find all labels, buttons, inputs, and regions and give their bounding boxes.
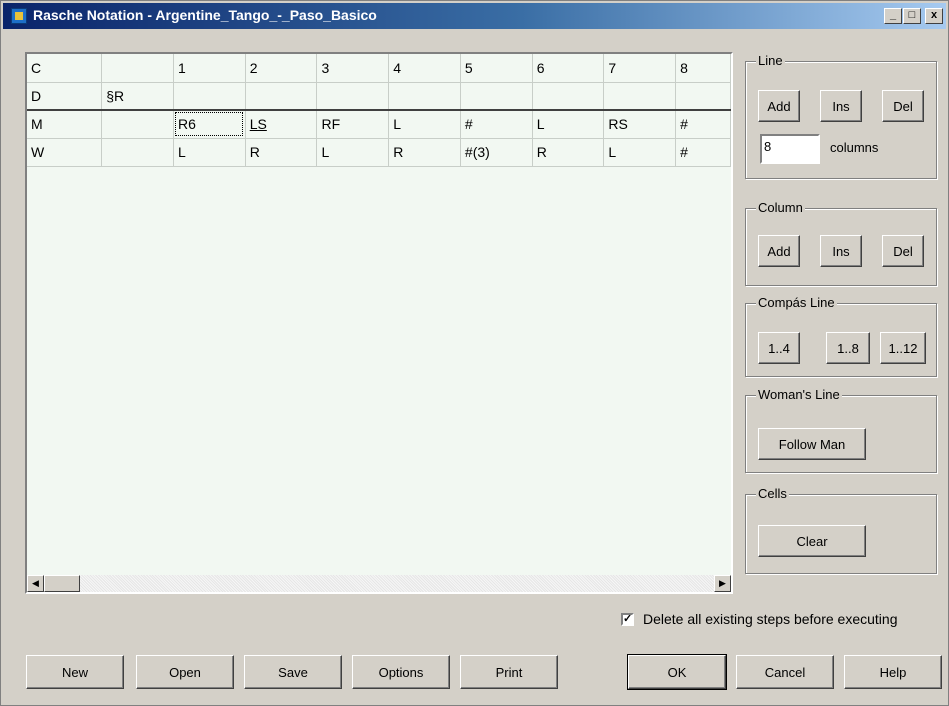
grid-cell[interactable]: #(3) <box>460 138 533 167</box>
compas-line-group: Compás Line 1..4 1..8 1..12 <box>745 295 937 377</box>
grid-cell[interactable]: L <box>603 138 677 167</box>
compas-1-8-button[interactable]: 1..8 <box>826 332 870 364</box>
grid-cell[interactable]: 1 <box>173 54 246 83</box>
line-group-label: Line <box>756 53 785 68</box>
new-button[interactable]: New <box>26 655 124 689</box>
grid-row-woman: W L R L R #(3) R L # <box>27 138 731 167</box>
app-icon <box>11 8 27 24</box>
grid-cell[interactable]: # <box>460 110 533 139</box>
grid-cell[interactable]: L <box>532 110 605 139</box>
grid-cell[interactable]: # <box>675 138 731 167</box>
grid-cell[interactable] <box>101 54 174 83</box>
minimize-button[interactable]: _ <box>884 8 902 24</box>
grid-cell[interactable]: 4 <box>388 54 461 83</box>
line-group: Line Add Ins Del 8 columns <box>745 53 937 179</box>
grid-cell[interactable] <box>316 82 390 111</box>
scroll-left-icon[interactable]: ◀ <box>27 575 44 592</box>
column-del-button[interactable]: Del <box>882 235 924 267</box>
grid-cell[interactable]: 3 <box>316 54 390 83</box>
print-button[interactable]: Print <box>460 655 558 689</box>
grid-cell-text: LS <box>249 116 267 133</box>
grid-cell[interactable] <box>532 82 605 111</box>
options-button[interactable]: Options <box>352 655 450 689</box>
grid-row-man: M R6 LS RF L # L RS # <box>27 110 731 139</box>
close-button[interactable]: x <box>925 8 943 24</box>
grid-cell[interactable] <box>101 138 174 167</box>
column-group: Column Add Ins Del <box>745 200 937 286</box>
grid-cell[interactable]: 5 <box>460 54 533 83</box>
line-add-button[interactable]: Add <box>758 90 800 122</box>
grid-cell[interactable]: R <box>532 138 605 167</box>
grid-cell[interactable] <box>101 110 174 139</box>
grid-row-direction: D §R <box>27 82 731 111</box>
follow-man-button[interactable]: Follow Man <box>758 428 866 460</box>
grid-cell-focused[interactable]: R6 <box>173 110 246 139</box>
cells-group-label: Cells <box>756 486 789 501</box>
column-add-button[interactable]: Add <box>758 235 800 267</box>
grid-cell[interactable]: RS <box>603 110 677 139</box>
compas-line-group-label: Compás Line <box>756 295 837 310</box>
cells-group: Cells Clear <box>745 486 937 574</box>
grid-cell[interactable]: L <box>388 110 461 139</box>
grid-cell[interactable]: L <box>173 138 246 167</box>
title-bar[interactable]: Rasche Notation - Argentine_Tango_-_Paso… <box>3 3 946 29</box>
cancel-button[interactable]: Cancel <box>736 655 834 689</box>
compas-1-4-button[interactable]: 1..4 <box>758 332 800 364</box>
grid-cell[interactable]: # <box>675 110 731 139</box>
grid-cell[interactable]: L <box>316 138 390 167</box>
grid-cell[interactable]: 8 <box>675 54 731 83</box>
help-button[interactable]: Help <box>844 655 942 689</box>
grid-cell[interactable] <box>603 82 677 111</box>
grid-cell[interactable] <box>460 82 533 111</box>
grid-cell[interactable]: 6 <box>532 54 605 83</box>
notation-grid[interactable]: C 1 2 3 4 5 6 7 8 D §R M R6 LS RF L # L … <box>25 52 733 594</box>
grid-cell[interactable]: D <box>27 82 103 111</box>
womans-line-group: Woman's Line Follow Man <box>745 387 937 473</box>
maximize-button[interactable]: □ <box>903 8 921 24</box>
womans-line-group-label: Woman's Line <box>756 387 842 402</box>
grid-cell[interactable]: LS <box>245 110 318 139</box>
scroll-right-icon[interactable]: ▶ <box>714 575 731 592</box>
grid-cell[interactable]: C <box>27 54 103 83</box>
column-group-label: Column <box>756 200 805 215</box>
grid-cell[interactable]: 2 <box>245 54 318 83</box>
column-ins-button[interactable]: Ins <box>820 235 862 267</box>
delete-steps-checkbox[interactable]: ✓ <box>621 613 634 626</box>
grid-row-count: C 1 2 3 4 5 6 7 8 <box>27 54 731 83</box>
notation-table: C 1 2 3 4 5 6 7 8 D §R M R6 LS RF L # L … <box>27 54 731 167</box>
grid-cell[interactable]: M <box>27 110 103 139</box>
grid-cell[interactable] <box>675 82 731 111</box>
compas-1-12-button[interactable]: 1..12 <box>880 332 926 364</box>
grid-cell[interactable]: R <box>388 138 461 167</box>
clear-cells-button[interactable]: Clear <box>758 525 866 557</box>
grid-cell[interactable]: R <box>245 138 318 167</box>
columns-label: columns <box>830 140 879 155</box>
grid-cell[interactable]: W <box>27 138 103 167</box>
grid-cell[interactable] <box>245 82 318 111</box>
line-ins-button[interactable]: Ins <box>820 90 862 122</box>
grid-cell[interactable] <box>388 82 461 111</box>
grid-cell[interactable]: §R <box>101 82 174 111</box>
columns-count-input[interactable]: 8 <box>760 134 820 164</box>
save-button[interactable]: Save <box>244 655 342 689</box>
grid-cell[interactable] <box>173 82 246 111</box>
window-title: Rasche Notation - Argentine_Tango_-_Paso… <box>33 7 377 23</box>
line-del-button[interactable]: Del <box>882 90 924 122</box>
ok-button[interactable]: OK <box>627 654 727 690</box>
grid-cell[interactable]: RF <box>316 110 390 139</box>
open-button[interactable]: Open <box>136 655 234 689</box>
rasche-notation-window: Rasche Notation - Argentine_Tango_-_Paso… <box>0 0 949 706</box>
scroll-thumb[interactable] <box>44 575 80 592</box>
horizontal-scrollbar[interactable]: ◀ ▶ <box>27 575 731 592</box>
grid-cell[interactable]: 7 <box>603 54 677 83</box>
delete-steps-label: Delete all existing steps before executi… <box>643 611 898 627</box>
